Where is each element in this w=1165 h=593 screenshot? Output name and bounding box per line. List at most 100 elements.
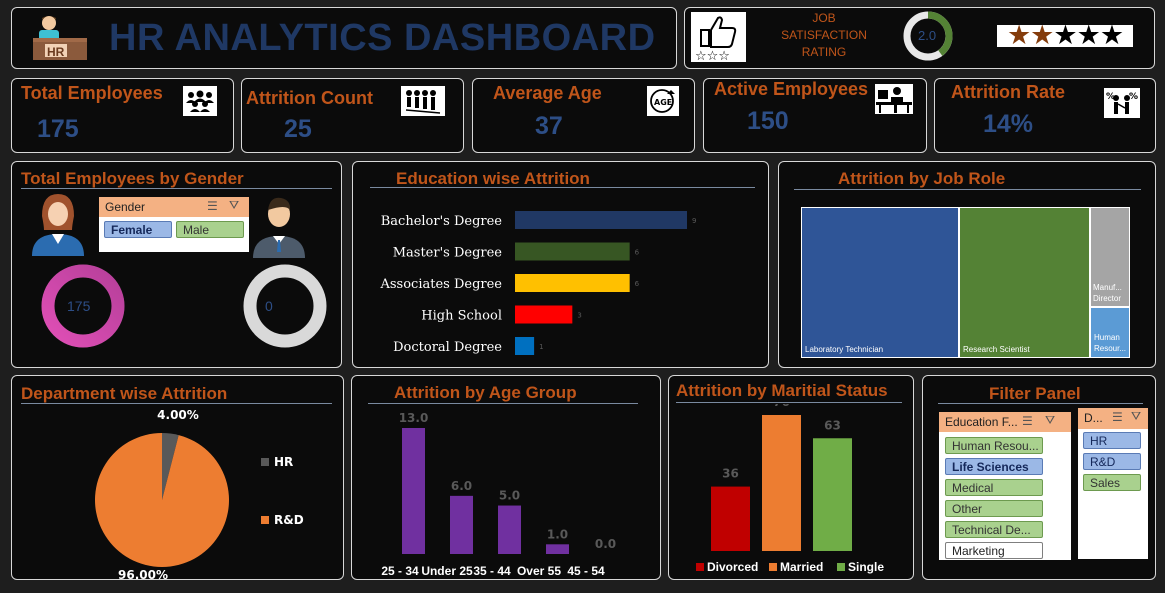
education-bar	[515, 274, 630, 292]
marital-panel: Attrition by Maritial Status 36 76 63 Divor…	[668, 375, 914, 580]
dept-option-hr[interactable]: HR	[1083, 432, 1141, 449]
job-satisfaction-label: JOB SATISFACTION RATING	[769, 10, 879, 61]
legend-swatch	[769, 563, 777, 571]
age-bar	[450, 495, 473, 554]
hr-desk-icon: HR	[31, 14, 89, 64]
treemap-label: Research Scientist	[963, 345, 1030, 354]
treemap-tile-research-scientist[interactable]: Research Scientist	[960, 208, 1089, 357]
education-bar	[515, 242, 630, 261]
treemap-tile-manufacturing-director[interactable]: Manuf... Director	[1091, 208, 1129, 306]
education-category-label: Master's Degree	[393, 246, 503, 261]
education-bar	[515, 337, 535, 355]
age-value-label: 6.0	[451, 479, 472, 493]
jobrole-panel-title: Attrition by Job Role	[838, 169, 1006, 188]
age-bar	[402, 428, 425, 554]
kpi-active-employees: Active Employees 150	[703, 78, 927, 153]
star-rating: ★★★★★	[997, 25, 1133, 47]
slicer-title: D...	[1084, 411, 1103, 425]
clear-filter-icon[interactable]: ⛛	[229, 198, 239, 213]
marital-value-label: 63	[824, 418, 841, 432]
male-avatar-icon	[249, 192, 309, 258]
multi-select-icon[interactable]: ☰	[207, 199, 218, 213]
education-panel-title: Education wise Attrition	[396, 169, 590, 188]
pie-slice-rd	[94, 433, 229, 567]
filter-panel-title: Filter Panel	[989, 384, 1081, 403]
education-option-human-resources[interactable]: Human Resou...	[945, 437, 1043, 454]
kpi-value: 14%	[983, 110, 1034, 138]
title-underline	[794, 189, 1141, 190]
education-panel: Education wise Attrition Bachelor's Degr…	[352, 161, 769, 368]
legend-label: R&D	[274, 513, 304, 527]
legend-label: Married	[780, 560, 823, 574]
male-count: 0	[265, 298, 273, 314]
svg-text:%: %	[1129, 92, 1138, 102]
age-bar	[498, 505, 521, 554]
gender-option-female[interactable]: Female	[104, 221, 172, 238]
treemap-label: Resour...	[1094, 344, 1127, 353]
gauge-value: 2.0	[918, 28, 937, 43]
education-option-technical-degree[interactable]: Technical De...	[945, 521, 1043, 538]
age-value-label: 1.0	[547, 527, 568, 541]
age-value-label: 5.0	[499, 489, 520, 503]
rating-label-line3: RATING	[801, 45, 847, 59]
female-avatar-icon	[28, 190, 88, 256]
education-category-label: High School	[421, 309, 502, 324]
multi-select-icon[interactable]: ☰	[1022, 414, 1033, 428]
title-underline	[938, 403, 1143, 404]
pie-data-label: 96.00%	[118, 568, 168, 581]
gender-panel: Total Employees by Gender Gender ☰ ⛛ Fem…	[11, 161, 342, 368]
education-field-slicer: Education F... ☰ ⛛ Human Resou... Life S…	[939, 412, 1071, 560]
age-value-label: 0.0	[595, 537, 616, 551]
marital-value-label: 36	[722, 467, 739, 481]
dept-option-sales[interactable]: Sales	[1083, 474, 1141, 491]
education-bar-chart: Bachelor's Degree 9 Master's Degree 6 Associ…	[379, 211, 696, 355]
legend-label: HR	[274, 455, 293, 469]
treemap-tile-human-resources[interactable]: Human Resour...	[1091, 308, 1129, 357]
treemap-tile-laboratory-technician[interactable]: Laboratory Technician	[802, 208, 958, 357]
education-value-label: 9	[692, 217, 696, 225]
slicer-header: Gender	[99, 197, 249, 217]
legend-swatch	[837, 563, 845, 571]
kpi-attrition-count: Attrition Count 25	[241, 78, 464, 153]
department-pie-chart: 4.00% 96.00% HR R&D	[94, 408, 304, 581]
desk-worker-icon	[875, 84, 913, 114]
clear-filter-icon[interactable]: ⛛	[1045, 413, 1055, 428]
treemap-label: Manuf...	[1093, 283, 1122, 292]
hr-icon-label: HR	[47, 45, 65, 59]
multi-select-icon[interactable]: ☰	[1112, 410, 1123, 424]
education-option-life-sciences[interactable]: Life Sciences	[945, 458, 1043, 475]
marital-bar	[813, 438, 852, 551]
education-category-label: Associates Degree	[379, 277, 502, 292]
marital-bar	[711, 486, 750, 551]
clear-filter-icon[interactable]: ⛛	[1131, 409, 1141, 424]
education-option-other[interactable]: Other	[945, 500, 1043, 517]
pie-data-label: 4.00%	[157, 408, 199, 422]
dept-option-rnd[interactable]: R&D	[1083, 453, 1141, 470]
treemap-label: Laboratory Technician	[805, 345, 884, 354]
title-underline	[370, 187, 755, 188]
education-option-marketing[interactable]: Marketing	[945, 542, 1043, 559]
star-filled-icon: ★	[1030, 25, 1054, 47]
age-category-label: Over 55	[517, 564, 561, 578]
legend-label: Divorced	[707, 560, 758, 574]
kpi-value: 150	[747, 107, 789, 135]
education-value-label: 1	[539, 343, 543, 351]
education-category-label: Bachelor's Degree	[381, 214, 503, 229]
jobrole-panel: Attrition by Job Role Laboratory Technic…	[778, 161, 1156, 368]
header-panel: HR HR ANALYTICS DASHBOARD	[11, 7, 677, 69]
department-panel: Department wise Attrition 4.00% 96.00% HR R…	[11, 375, 344, 581]
age-category-label: 45 - 54	[567, 564, 605, 578]
slicer-title: Education F...	[945, 415, 1018, 429]
age-category-label: 35 - 44	[473, 564, 511, 578]
percent-people-icon: %%	[1104, 88, 1140, 118]
kpi-value: 37	[535, 112, 563, 140]
star-empty-icon: ★	[1053, 25, 1077, 47]
kpi-label: Attrition Count	[246, 88, 373, 108]
gender-option-male[interactable]: Male	[176, 221, 244, 238]
thumbs-up-rating-icon: ☆☆☆	[691, 12, 746, 64]
age-category-label: 25 - 34	[381, 564, 419, 578]
education-bar	[515, 211, 687, 229]
female-donut: 175	[40, 263, 126, 349]
education-option-medical[interactable]: Medical	[945, 479, 1043, 496]
rating-label-line1: JOB	[812, 11, 836, 25]
